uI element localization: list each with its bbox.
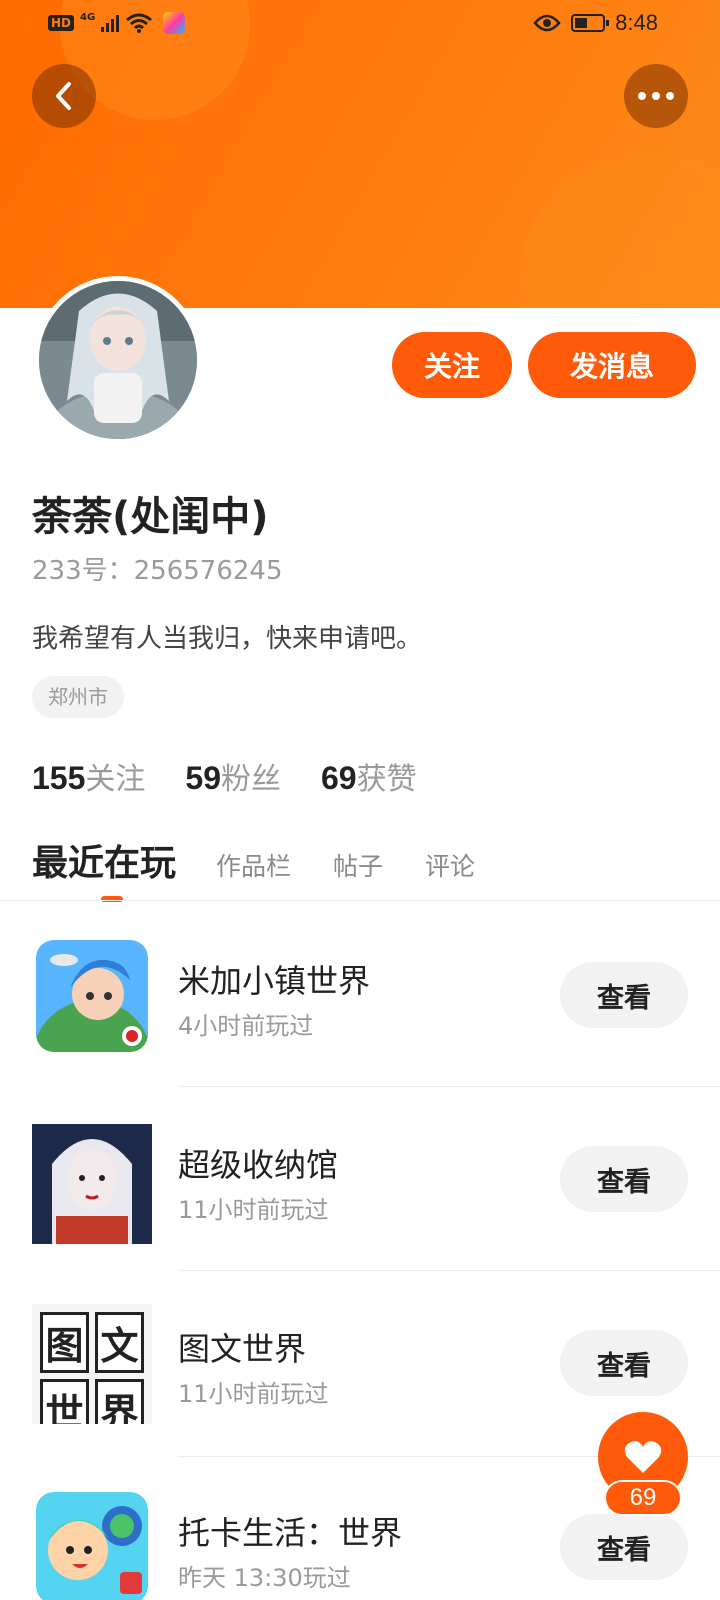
clock: 8:48 [615, 10, 658, 35]
status-bar: HD 4G 8:48 [0, 0, 720, 50]
tab-works[interactable]: 作品栏 [216, 847, 291, 883]
battery-icon [571, 14, 610, 32]
wifi-icon [126, 13, 153, 33]
stat-label: 粉丝 [220, 762, 281, 797]
view-button[interactable]: 查看 [560, 1330, 688, 1396]
list-item[interactable]: 米加小镇世界 4小时前玩过 查看 [0, 940, 720, 1124]
played-time: 11小时前玩过 [178, 1380, 329, 1408]
more-dots-icon [638, 92, 674, 100]
stat-following[interactable]: 155关注 [32, 754, 145, 798]
profile-stats: 155关注 59粉丝 69获赞 [32, 754, 417, 798]
list-item[interactable]: 超级收纳馆 11小时前玩过 查看 [0, 1124, 720, 1308]
tuwen-world-icon: 图 文 世 界 [32, 1304, 152, 1424]
banner-decoration [520, 150, 720, 308]
tab-comments[interactable]: 评论 [425, 847, 475, 883]
divider [178, 1086, 720, 1087]
icon-char: 界 [95, 1379, 144, 1424]
active-tab-indicator [101, 896, 123, 902]
stat-likes[interactable]: 69获赞 [321, 754, 417, 798]
app-notification-icon [163, 12, 186, 34]
game-title: 图文世界 [178, 1330, 307, 1368]
stat-count: 59 [185, 760, 221, 796]
profile-bio: 我希望有人当我归，快来申请吧。 [32, 624, 423, 654]
profile-name: 荼荼(处闺中) [32, 494, 269, 540]
stat-count: 155 [32, 760, 86, 796]
stat-followers[interactable]: 59粉丝 [185, 754, 281, 798]
send-message-button[interactable]: 发消息 [528, 332, 696, 398]
stat-count: 69 [320, 760, 357, 796]
network-type: 4G [80, 11, 96, 23]
played-time: 昨天 13:30玩过 [178, 1564, 351, 1592]
tab-recently-played[interactable]: 最近在玩 [32, 834, 176, 886]
more-options-button[interactable] [624, 64, 688, 128]
storage-hall-icon [32, 1124, 152, 1244]
follow-button[interactable]: 关注 [392, 332, 512, 398]
user-id: 233号：256576245 [32, 556, 283, 586]
game-title: 超级收纳馆 [178, 1146, 339, 1184]
view-button[interactable]: 查看 [560, 962, 688, 1028]
icon-char: 世 [40, 1379, 89, 1424]
icon-char: 图 [40, 1312, 89, 1373]
like-count-badge: 69 [604, 1480, 682, 1516]
divider [0, 900, 720, 901]
heart-icon [624, 1441, 662, 1473]
toca-life-icon [36, 1492, 148, 1600]
chevron-left-icon [56, 82, 71, 110]
tab-posts[interactable]: 帖子 [333, 847, 383, 883]
profile-header-banner: HD 4G 8:48 [0, 0, 720, 308]
stat-label: 关注 [85, 762, 146, 797]
eye-icon [533, 14, 561, 32]
view-button[interactable]: 查看 [560, 1146, 688, 1212]
hd-indicator: HD [48, 15, 75, 31]
profile-tabs: 最近在玩 作品栏 帖子 评论 [32, 834, 517, 886]
played-time: 4小时前玩过 [178, 1012, 314, 1040]
stat-label: 获赞 [356, 762, 417, 797]
location-tag: 郑州市 [32, 676, 124, 718]
icon-char: 文 [95, 1312, 144, 1373]
miga-town-icon [36, 940, 148, 1052]
game-title: 米加小镇世界 [178, 962, 371, 1000]
view-button[interactable]: 查看 [560, 1514, 688, 1580]
back-button[interactable] [32, 64, 96, 128]
avatar[interactable] [34, 276, 202, 444]
played-time: 11小时前玩过 [178, 1196, 329, 1224]
signal-icon [101, 14, 120, 32]
avatar-image [39, 281, 197, 439]
divider [178, 1270, 720, 1271]
game-title: 托卡生活：世界 [178, 1514, 403, 1552]
